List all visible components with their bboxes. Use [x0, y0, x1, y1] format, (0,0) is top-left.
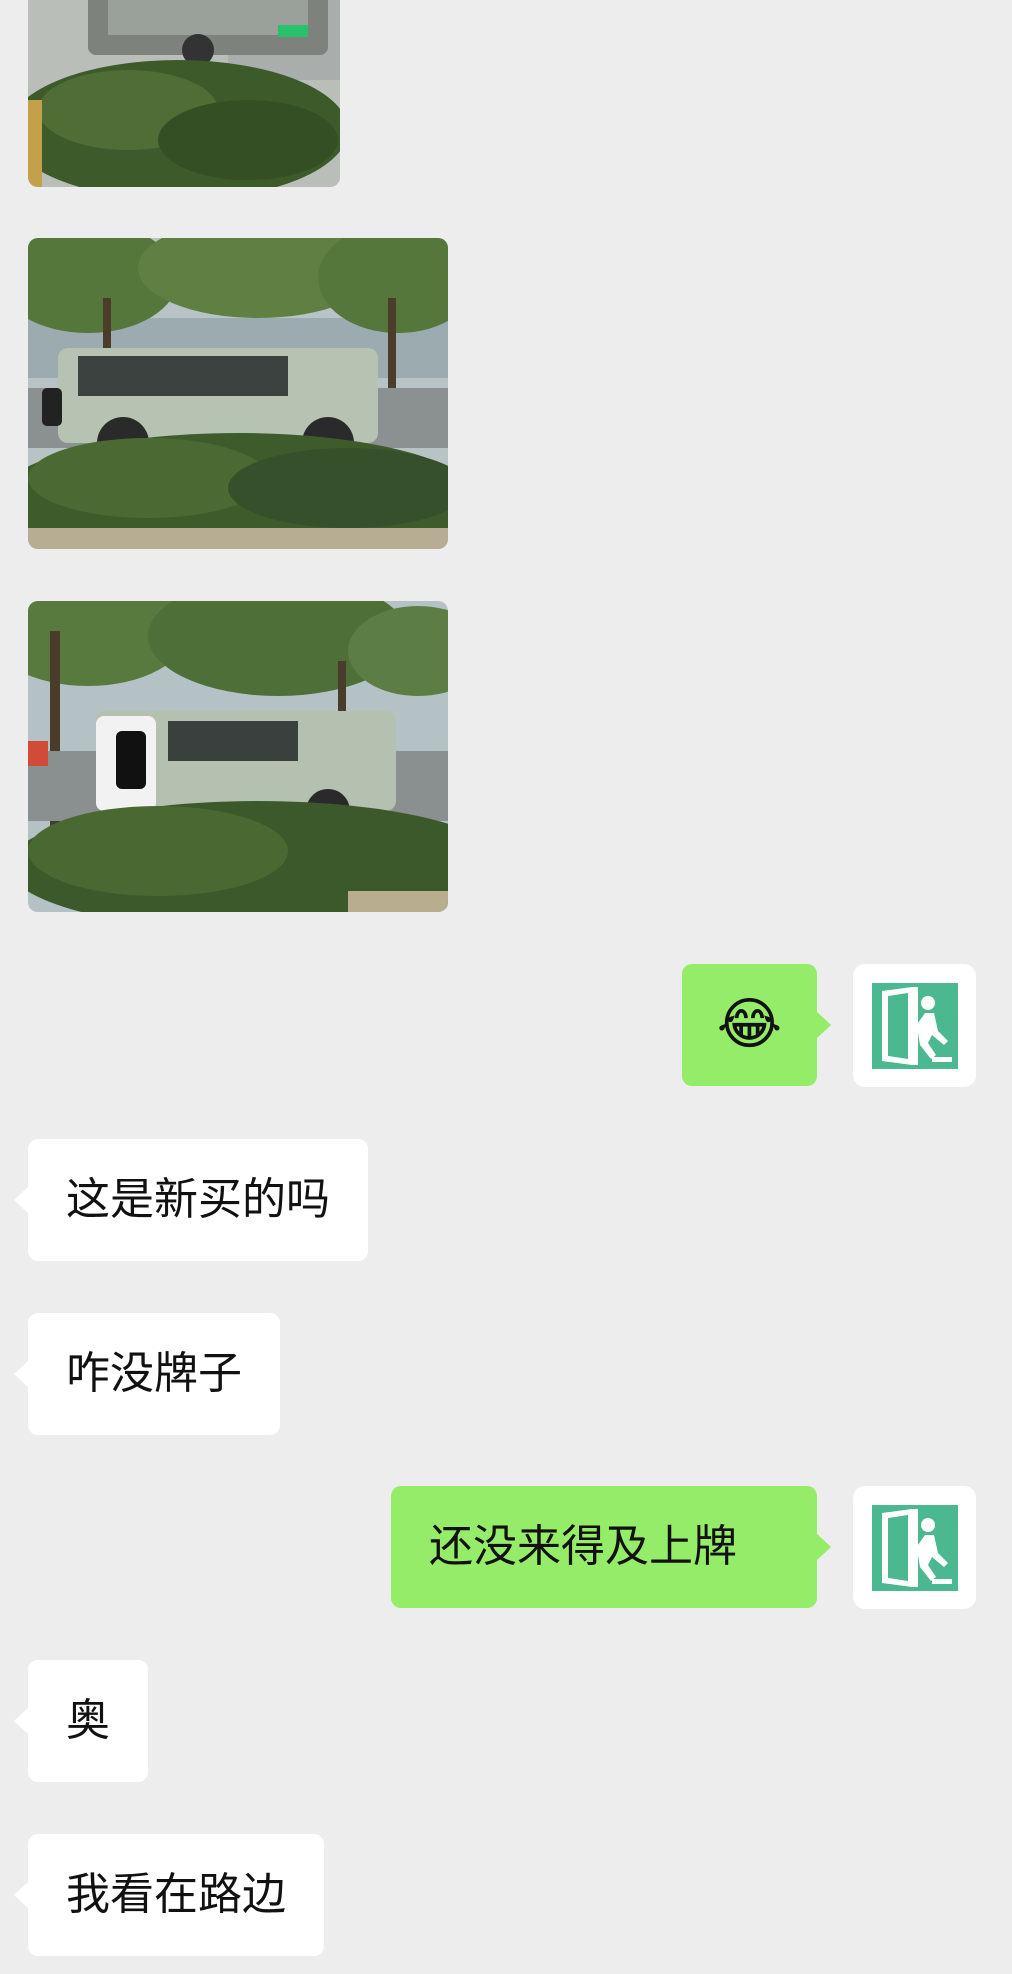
image-message[interactable] — [28, 238, 448, 549]
car-photo-1 — [28, 0, 340, 187]
message-text: 奥 — [66, 1695, 110, 1746]
message-text: 这是新买的吗 — [66, 1174, 330, 1225]
avatar[interactable] — [853, 1486, 976, 1609]
car-photo-2 — [28, 238, 448, 549]
incoming-message[interactable]: 咋没牌子 — [14, 1313, 280, 1435]
incoming-message[interactable]: 这是新买的吗 — [14, 1139, 368, 1261]
incoming-message[interactable]: 奥 — [14, 1660, 148, 1782]
avatar[interactable] — [853, 964, 976, 1087]
image-message[interactable] — [28, 601, 448, 912]
emergency-exit-icon — [871, 982, 958, 1069]
image-message[interactable] — [28, 0, 340, 187]
incoming-message[interactable]: 我看在路边 — [14, 1834, 324, 1956]
car-photo-3 — [28, 601, 448, 912]
message-text: 咋没牌子 — [66, 1348, 242, 1399]
emergency-exit-icon — [871, 1504, 958, 1591]
outgoing-message[interactable]: 还没来得及上牌 — [391, 1486, 831, 1608]
outgoing-message[interactable]: 😂 — [682, 964, 831, 1086]
message-text: 我看在路边 — [66, 1869, 286, 1920]
message-text: 😂 — [716, 992, 783, 1057]
message-text: 还没来得及上牌 — [429, 1521, 737, 1572]
